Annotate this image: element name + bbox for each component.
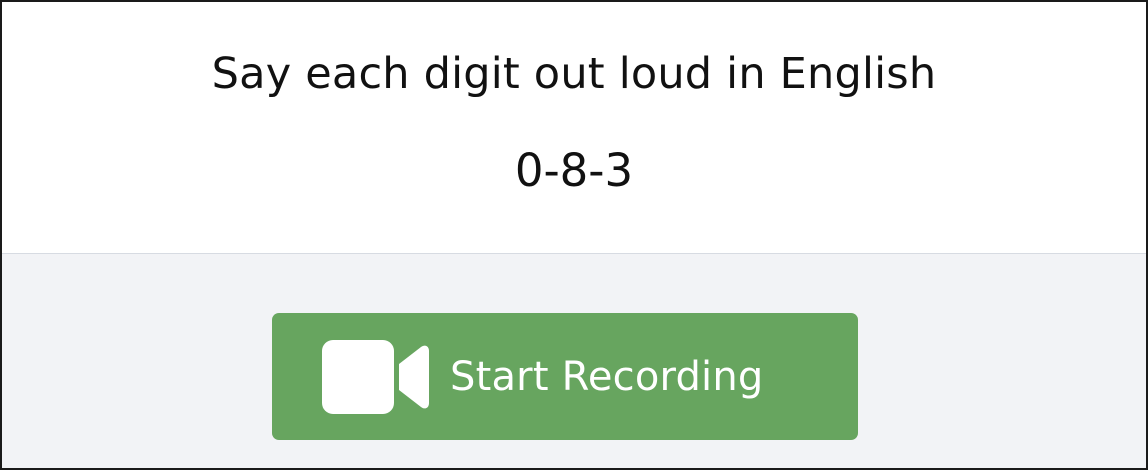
instruction-text: Say each digit out loud in English [211, 49, 937, 99]
start-recording-button[interactable]: Start Recording [272, 313, 858, 440]
instruction-panel: Say each digit out loud in English 0-8-3 [2, 2, 1146, 254]
digit-sequence: 0-8-3 [514, 144, 634, 197]
recording-action-panel: Start Recording [2, 254, 1146, 468]
video-camera-icon [322, 339, 429, 414]
recording-prompt-card: Say each digit out loud in English 0-8-3… [0, 0, 1148, 470]
start-recording-label: Start Recording [450, 353, 764, 400]
